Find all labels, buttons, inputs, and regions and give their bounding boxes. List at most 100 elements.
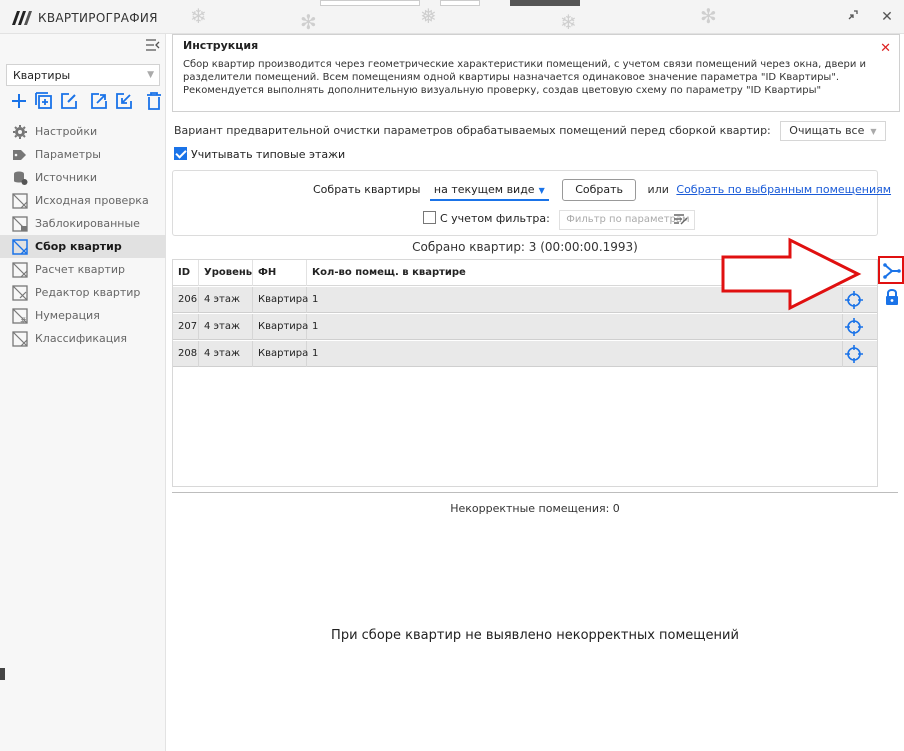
typical-floors-checkbox[interactable] [174,147,187,160]
snowflake-decoration: ✻ [300,10,317,34]
incorrect-rooms-status: Некорректные помещения: 0 [450,502,620,515]
cell-fn: Квартира [253,287,308,313]
column-header-fn[interactable]: ФН [253,260,307,286]
collect-mode-value: на текущем виде [433,183,535,196]
sidebar-item-label: Параметры [35,148,101,161]
sidebar-item-settings[interactable]: Настройки [0,120,166,143]
filter-input[interactable]: Фильтр по параметрам [559,210,696,230]
collect-panel: Собрать квартиры на текущем виде ▼ Собрат… [172,170,891,236]
import-icon[interactable] [115,92,133,110]
sidebar-item-label: Классификация [35,332,128,345]
filter-label: С учетом фильтра: [440,212,550,225]
sidebar-item-parameters[interactable]: Параметры [0,143,166,166]
close-instruction-icon[interactable]: ✕ [880,41,891,56]
sidebar-item-edit-apartments[interactable]: Редактор квартир [0,281,166,304]
cell-id: 207 [173,314,199,340]
edge-marker [0,668,5,680]
background-tabs [290,0,680,6]
sidebar-item-label: Нумерация [35,309,100,322]
lock-plan-icon [12,216,28,232]
cell-level: 4 этаж [199,341,253,367]
close-icon[interactable]: ✕ [876,7,898,27]
cell-fn: Квартира [253,314,308,340]
sidebar-item-label: Заблокированные [35,217,140,230]
column-header-id[interactable]: ID [173,260,199,286]
app-title: КВАРТИРОГРАФИЯ [38,11,158,25]
mode-select-value: Квартиры [13,69,71,82]
number-plan-icon: # [12,308,28,324]
sidebar-item-label: Настройки [35,125,98,138]
chevron-down-icon: ▼ [538,186,545,195]
locate-icon[interactable] [845,318,863,336]
collect-selected-link[interactable]: Собрать по выбранным помещениям [676,183,891,196]
filter-edit-icon[interactable] [674,213,688,225]
calc-plan-icon [12,262,28,278]
sidebar-item-initial-check[interactable]: Исходная проверка [0,189,166,212]
sidebar-item-label: Исходная проверка [35,194,149,207]
section-divider [172,492,898,493]
apartments-table: ID Уровень ФН Кол-во помещ. в квартире 2… [172,259,878,487]
cleanup-row: Вариант предварительной очистки параметр… [174,120,886,142]
classify-plan-icon [12,331,28,347]
main-panel: Инструкция Сбор квартир производится чер… [166,34,904,751]
table-row[interactable]: 208 4 этаж Квартира 1 [173,341,877,367]
locate-icon[interactable] [845,345,863,363]
column-header-level[interactable]: Уровень [199,260,253,286]
edit-icon[interactable] [60,92,78,110]
mode-select[interactable]: Квартиры ▼ [6,64,160,86]
typical-floors-row[interactable]: Учитывать типовые этажи [174,147,345,163]
filter-checkbox[interactable] [423,211,436,224]
collected-status: Собрано квартир: 3 (00:00:00.1993) [412,240,638,254]
typical-floors-label: Учитывать типовые этажи [191,148,346,161]
table-row[interactable]: 207 4 этаж Квартира 1 [173,314,877,340]
cell-rooms-count: 1 [307,314,843,340]
title-bar: ❄ ✻ ❅ ❄ ✻ КВАРТИРОГРАФИЯ ✕ [0,0,904,34]
instruction-panel: Инструкция Сбор квартир производится чер… [172,34,900,112]
cleanup-select-value: Очищать все [789,124,865,137]
collect-plan-icon [12,239,28,255]
cell-id: 206 [173,287,199,313]
chevron-down-icon: ▼ [147,70,154,80]
cell-fn: Квартира [253,341,308,367]
sidebar-item-label: Расчет квартир [35,263,125,276]
database-icon [14,171,28,185]
check-plan-icon [12,193,28,209]
add-icon[interactable] [10,92,28,110]
table-row[interactable]: 206 4 этаж Квартира 1 [173,287,877,313]
sidebar-item-calc-apartments[interactable]: Расчет квартир [0,258,166,281]
sidebar-item-classification[interactable]: Классификация [0,327,166,350]
snowflake-decoration: ✻ [700,4,717,28]
collapse-sidebar-icon[interactable] [146,39,160,51]
instruction-title: Инструкция [183,39,259,52]
cell-level: 4 этаж [199,287,253,313]
cell-level: 4 этаж [199,314,253,340]
add-box-icon[interactable] [35,92,53,110]
column-header-rooms-count[interactable]: Кол-во помещ. в квартире [307,260,877,286]
sidebar-item-locked[interactable]: Заблокированные [0,212,166,235]
cleanup-select[interactable]: Очищать все ▼ [780,121,886,141]
filter-placeholder: Фильтр по параметрам [566,214,690,225]
sidebar-item-label: Источники [35,171,98,184]
delete-icon[interactable] [145,92,163,110]
red-highlight-box [878,256,904,284]
sidebar-item-numbering[interactable]: # Нумерация [0,304,166,327]
tag-icon [13,150,26,160]
locate-icon[interactable] [845,291,863,309]
incorrect-rooms-empty-message: При сборе квартир не выявлено некорректн… [331,628,739,643]
table-header: ID Уровень ФН Кол-во помещ. в квартире [173,260,877,286]
cell-id: 208 [173,341,199,367]
sidebar-item-label: Редактор квартир [35,286,141,299]
collect-label: Собрать квартиры [313,183,421,196]
chevron-down-icon: ▼ [870,127,877,136]
collect-mode-select[interactable]: на текущем виде ▼ [429,181,549,201]
snowflake-decoration: ❄ [190,4,207,28]
sidebar-item-collect-apartments[interactable]: Сбор квартир [0,235,166,258]
expand-icon[interactable] [842,7,864,27]
lock-icon[interactable] [882,287,902,307]
export-icon[interactable] [90,92,108,110]
sidebar-item-sources[interactable]: Источники [0,166,166,189]
or-text: или [647,183,669,196]
gear-icon [13,125,27,139]
app-logo-icon [12,11,32,25]
collect-button[interactable]: Собрать [562,179,637,201]
